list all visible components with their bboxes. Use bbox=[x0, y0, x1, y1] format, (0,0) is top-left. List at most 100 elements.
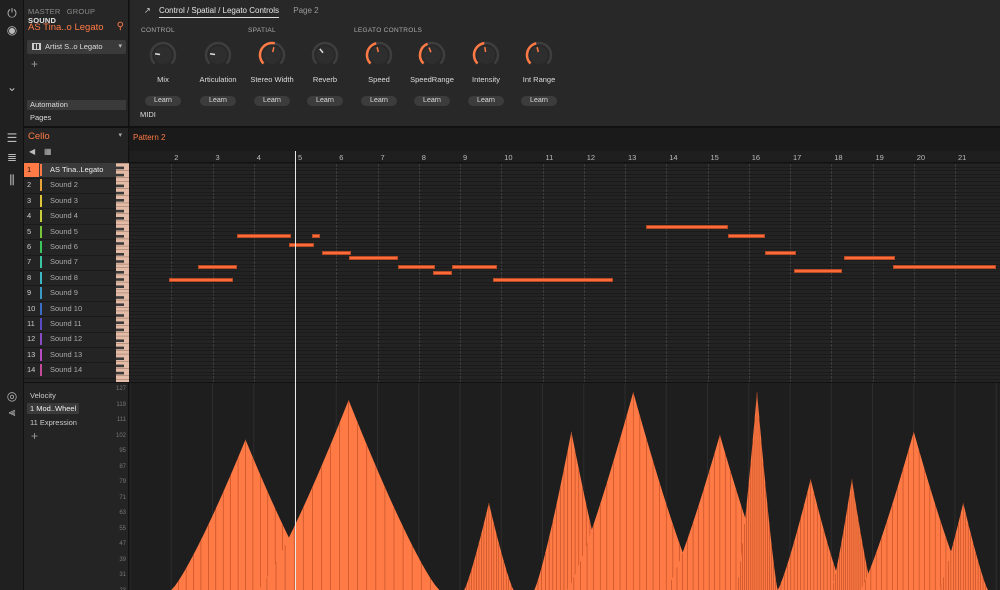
white-key[interactable] bbox=[116, 224, 129, 225]
sound-slot-12[interactable]: 12 Sound 12 bbox=[24, 332, 118, 346]
power-icon[interactable]: ⏻ bbox=[5, 6, 19, 20]
white-key[interactable] bbox=[116, 231, 129, 232]
white-key[interactable] bbox=[116, 307, 129, 308]
white-key[interactable] bbox=[116, 292, 129, 294]
black-key[interactable] bbox=[116, 253, 124, 256]
sound-slot-9[interactable]: 9 Sound 9 bbox=[24, 286, 118, 300]
knob-intensity[interactable] bbox=[471, 40, 501, 70]
midi-note[interactable] bbox=[765, 251, 797, 256]
sound-slot-13[interactable]: 13 Sound 13 bbox=[24, 348, 118, 362]
sound-slot-1[interactable]: 1 AS Tina..Legato bbox=[24, 163, 118, 177]
sound-slot-11[interactable]: 11 Sound 11 bbox=[24, 317, 118, 331]
knob-speedrange[interactable] bbox=[417, 40, 447, 70]
midi-note[interactable] bbox=[843, 255, 896, 260]
black-key[interactable] bbox=[116, 235, 124, 238]
mixer-icon[interactable]: ☰ bbox=[5, 131, 19, 145]
white-key[interactable] bbox=[116, 361, 129, 362]
midi-note[interactable] bbox=[198, 264, 238, 269]
plugin-icon[interactable]: ◉ bbox=[5, 23, 19, 37]
black-key[interactable] bbox=[116, 242, 124, 245]
black-key[interactable] bbox=[116, 271, 124, 274]
search-icon[interactable]: ⚲ bbox=[117, 21, 124, 32]
black-key[interactable] bbox=[116, 184, 124, 188]
black-key[interactable] bbox=[116, 357, 124, 360]
black-key[interactable] bbox=[116, 191, 124, 195]
black-key[interactable] bbox=[116, 364, 124, 368]
white-key[interactable] bbox=[116, 335, 129, 337]
white-key[interactable] bbox=[116, 310, 129, 312]
black-key[interactable] bbox=[116, 339, 124, 342]
midi-note[interactable] bbox=[645, 225, 729, 229]
white-key[interactable] bbox=[116, 368, 129, 369]
sound-slot-6[interactable]: 6 Sound 6 bbox=[24, 240, 118, 254]
piano-roll[interactable] bbox=[130, 163, 1000, 382]
knob-articulation[interactable] bbox=[203, 40, 233, 70]
white-key[interactable] bbox=[116, 181, 129, 182]
learn-button[interactable]: Learn bbox=[307, 96, 343, 106]
chevron-down-icon[interactable]: ▾ bbox=[118, 131, 122, 139]
learn-button[interactable]: Learn bbox=[468, 96, 504, 106]
sound-slot-7[interactable]: 7 Sound 7 bbox=[24, 255, 118, 269]
midi-note[interactable] bbox=[728, 233, 766, 238]
sound-slot-8[interactable]: 8 Sound 8 bbox=[24, 271, 118, 285]
white-key[interactable] bbox=[116, 281, 129, 283]
white-key[interactable] bbox=[116, 206, 129, 207]
page-tab-1[interactable]: Control / Spatial / Legato Controls bbox=[158, 6, 280, 18]
black-key[interactable] bbox=[116, 227, 124, 231]
sound-slot-3[interactable]: 3 Sound 3 bbox=[24, 194, 118, 208]
piano-keyboard[interactable] bbox=[116, 163, 129, 382]
black-key[interactable] bbox=[116, 296, 124, 299]
black-key[interactable] bbox=[116, 321, 124, 324]
black-key[interactable] bbox=[116, 314, 124, 317]
white-key[interactable] bbox=[116, 213, 129, 214]
white-key[interactable] bbox=[116, 325, 129, 326]
white-key[interactable] bbox=[116, 238, 129, 240]
learn-button[interactable]: Learn bbox=[145, 96, 181, 106]
midi-note[interactable] bbox=[433, 271, 452, 276]
tab-master[interactable]: MASTER bbox=[28, 7, 60, 16]
white-key[interactable] bbox=[116, 289, 129, 290]
white-key[interactable] bbox=[116, 195, 129, 196]
white-key[interactable] bbox=[116, 245, 129, 247]
white-key[interactable] bbox=[116, 299, 129, 301]
white-key[interactable] bbox=[116, 256, 129, 258]
white-key[interactable] bbox=[116, 353, 129, 355]
midi-note[interactable] bbox=[451, 264, 498, 269]
black-key[interactable] bbox=[116, 278, 124, 281]
white-key[interactable] bbox=[116, 274, 129, 276]
white-key[interactable] bbox=[116, 177, 129, 178]
midi-note[interactable] bbox=[288, 242, 314, 247]
midi-note[interactable] bbox=[321, 251, 351, 256]
learn-button[interactable]: Learn bbox=[521, 96, 557, 106]
sound-slot-5[interactable]: 5 Sound 5 bbox=[24, 225, 118, 239]
add-modulation-button[interactable]: + bbox=[31, 429, 38, 443]
white-key[interactable] bbox=[116, 188, 129, 189]
learn-button[interactable]: Learn bbox=[361, 96, 397, 106]
white-key[interactable] bbox=[116, 163, 129, 164]
menu-pages[interactable]: Pages bbox=[30, 113, 51, 122]
white-key[interactable] bbox=[116, 379, 129, 380]
sound-slot-4[interactable]: 4 Sound 4 bbox=[24, 209, 118, 223]
learn-button[interactable]: Learn bbox=[254, 96, 290, 106]
knob-mix[interactable] bbox=[148, 40, 178, 70]
black-key[interactable] bbox=[116, 166, 124, 170]
white-key[interactable] bbox=[116, 263, 129, 265]
collapse-chevron-icon[interactable]: ⌄ bbox=[5, 80, 19, 94]
white-key[interactable] bbox=[116, 170, 129, 171]
preset-selector[interactable]: Artist S..o Legato ▾ bbox=[27, 40, 126, 54]
white-key[interactable] bbox=[116, 317, 129, 319]
midi-note[interactable] bbox=[493, 277, 613, 282]
midi-note[interactable] bbox=[311, 233, 320, 238]
midi-note[interactable] bbox=[169, 277, 234, 282]
sound-slot-2[interactable]: 2 Sound 2 bbox=[24, 178, 118, 192]
knob-int-range[interactable] bbox=[524, 40, 554, 70]
black-key[interactable] bbox=[116, 209, 124, 213]
mod-velocity[interactable]: Velocity bbox=[30, 391, 56, 400]
playhead[interactable] bbox=[295, 151, 296, 590]
grid-icon[interactable]: ▦ bbox=[44, 147, 52, 156]
list-view-icon[interactable]: ≣ bbox=[5, 150, 19, 164]
white-key[interactable] bbox=[116, 202, 129, 204]
group-name[interactable]: Cello bbox=[28, 131, 50, 142]
waveform-icon[interactable]: ⫼ bbox=[5, 173, 19, 187]
white-key[interactable] bbox=[116, 332, 129, 333]
